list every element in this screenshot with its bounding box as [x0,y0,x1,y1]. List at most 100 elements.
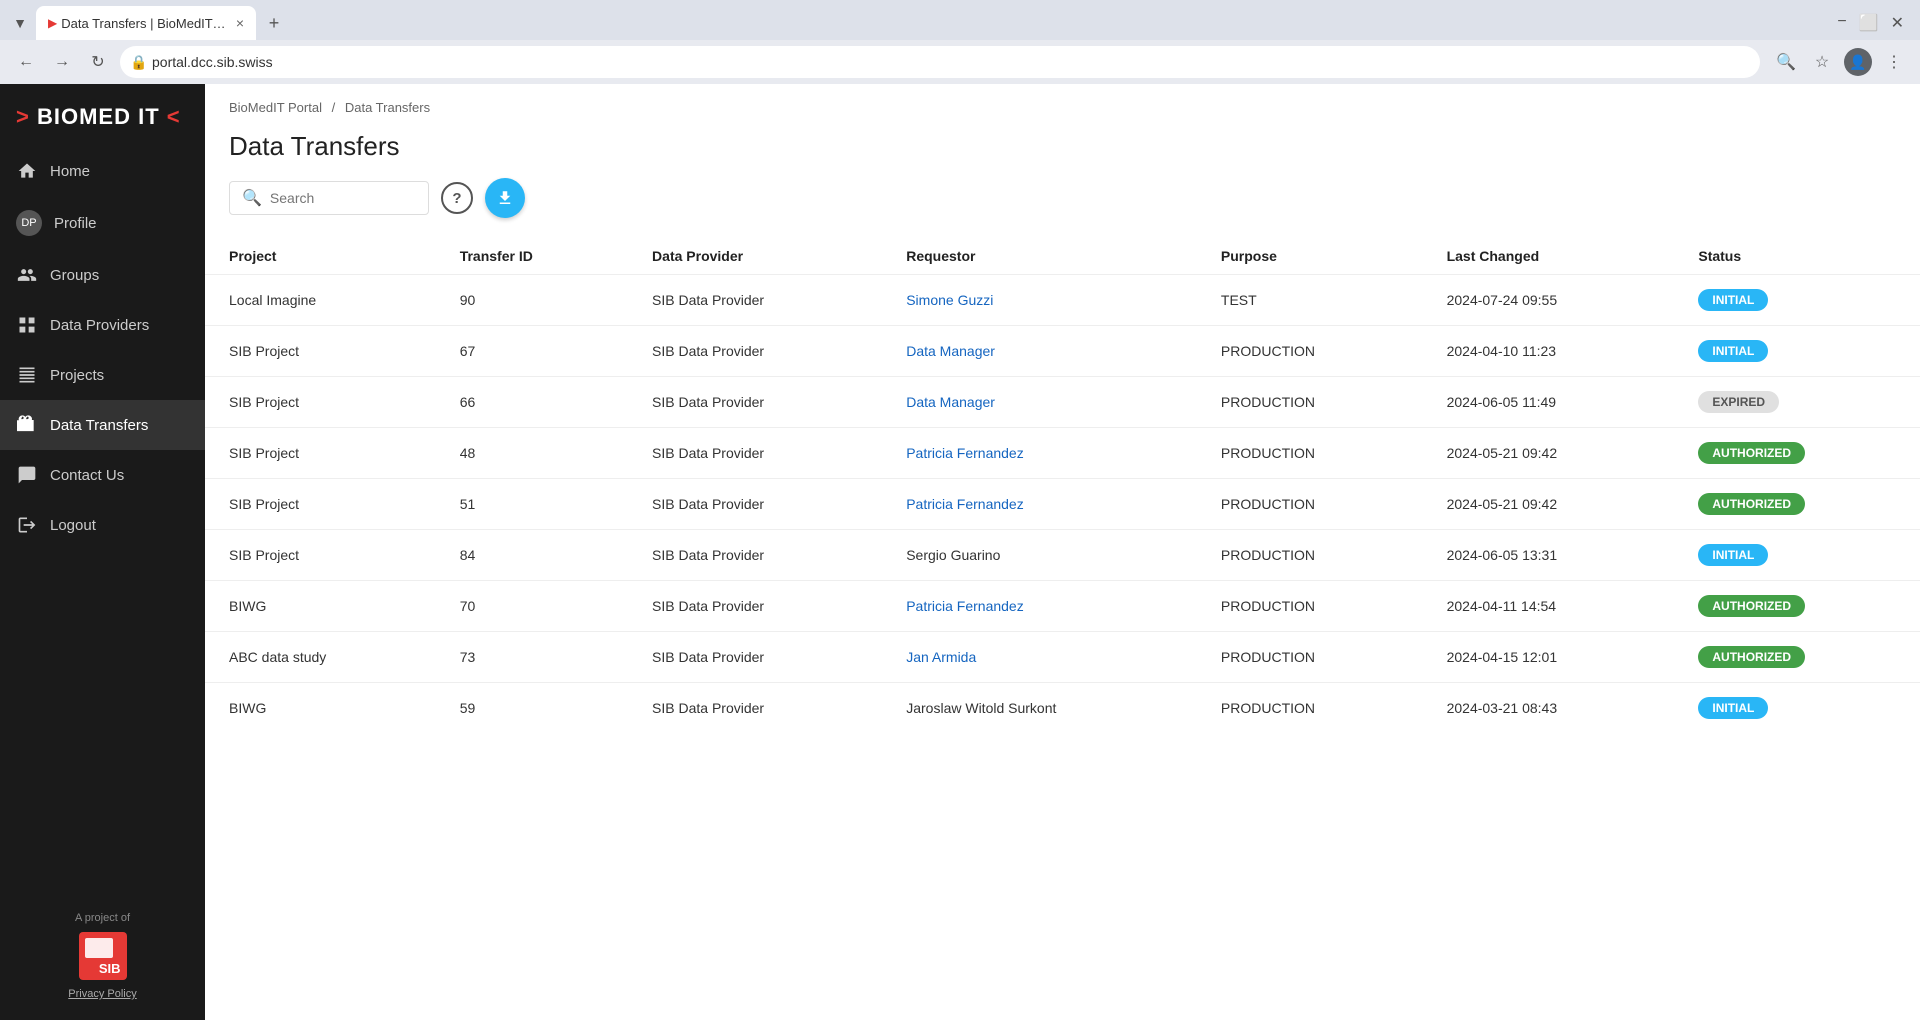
cell-status: AUTHORIZED [1674,428,1920,479]
cell-project: ABC data study [205,632,436,683]
cell-project: SIB Project [205,428,436,479]
sidebar-item-data-transfers[interactable]: Data Transfers [0,400,205,450]
requestor-link[interactable]: Data Manager [906,343,995,359]
sidebar-item-data-providers[interactable]: Data Providers [0,300,205,350]
cell-status: INITIAL [1674,326,1920,377]
search-toolbar: 🔍 ? [205,178,1920,238]
sidebar: > BIOMED IT < Home DP Profile Groups Dat… [0,84,205,1020]
groups-icon [16,264,38,286]
tab-title: Data Transfers | BioMedIT Porta [61,16,228,31]
cell-status: INITIAL [1674,683,1920,734]
tab-close-btn[interactable]: × [236,15,244,31]
sidebar-item-data-providers-label: Data Providers [50,317,149,334]
cell-data-provider: SIB Data Provider [628,377,882,428]
search-box[interactable]: 🔍 [229,181,429,215]
cell-transfer-id: 90 [436,275,628,326]
cell-last-changed: 2024-04-11 14:54 [1423,581,1675,632]
new-tab-button[interactable]: + [260,9,288,37]
sidebar-item-profile[interactable]: DP Profile [0,196,205,250]
requestor-link[interactable]: Jan Armida [906,649,976,665]
cell-transfer-id: 67 [436,326,628,377]
sidebar-item-groups[interactable]: Groups [0,250,205,300]
address-security-icon: 🔒 [130,54,147,71]
cell-transfer-id: 66 [436,377,628,428]
table-row: SIB Project 66 SIB Data Provider Data Ma… [205,377,1920,428]
cell-data-provider: SIB Data Provider [628,428,882,479]
cell-requestor: Jaroslaw Witold Surkont [882,683,1197,734]
cell-transfer-id: 51 [436,479,628,530]
cell-requestor: Patricia Fernandez [882,479,1197,530]
cell-data-provider: SIB Data Provider [628,683,882,734]
cell-status: AUTHORIZED [1674,479,1920,530]
bookmark-icon[interactable]: ☆ [1808,48,1836,76]
back-button[interactable]: ← [12,48,40,76]
cell-project: BIWG [205,581,436,632]
sib-logo-text: SIB [99,961,121,976]
breadcrumb-current: Data Transfers [345,100,430,115]
maximize-button[interactable]: ⬜ [1859,13,1879,33]
requestor-link[interactable]: Simone Guzzi [906,292,993,308]
search-input[interactable] [270,190,410,206]
help-button[interactable]: ? [441,182,473,214]
cell-purpose: PRODUCTION [1197,683,1423,734]
cell-data-provider: SIB Data Provider [628,275,882,326]
requestor-link[interactable]: Patricia Fernandez [906,598,1024,614]
table-row: SIB Project 51 SIB Data Provider Patrici… [205,479,1920,530]
cell-last-changed: 2024-05-21 09:42 [1423,479,1675,530]
cell-data-provider: SIB Data Provider [628,479,882,530]
requestor-link[interactable]: Data Manager [906,394,995,410]
cell-project: SIB Project [205,530,436,581]
sidebar-item-contact-us-label: Contact Us [50,467,124,484]
cell-last-changed: 2024-06-05 11:49 [1423,377,1675,428]
cell-status: INITIAL [1674,530,1920,581]
table-row: BIWG 70 SIB Data Provider Patricia Ferna… [205,581,1920,632]
cell-status: AUTHORIZED [1674,581,1920,632]
sidebar-item-logout[interactable]: Logout [0,500,205,550]
home-icon [16,160,38,182]
cell-purpose: TEST [1197,275,1423,326]
forward-button[interactable]: → [48,48,76,76]
active-tab[interactable]: ▶ Data Transfers | BioMedIT Porta × [36,6,256,40]
profile-avatar-icon[interactable]: 👤 [1844,48,1872,76]
menu-icon[interactable]: ⋮ [1880,48,1908,76]
main-content: BioMedIT Portal / Data Transfers Data Tr… [205,84,1920,1020]
col-header-purpose: Purpose [1197,238,1423,275]
logout-icon [16,514,38,536]
sidebar-item-home-label: Home [50,163,90,180]
cell-purpose: PRODUCTION [1197,479,1423,530]
breadcrumb-home-link[interactable]: BioMedIT Portal [229,100,322,115]
sidebar-item-logout-label: Logout [50,517,96,534]
tab-history-back[interactable]: ▼ [8,11,32,35]
sidebar-item-contact-us[interactable]: Contact Us [0,450,205,500]
cell-requestor: Sergio Guarino [882,530,1197,581]
download-button[interactable] [485,178,525,218]
search-icon[interactable]: 🔍 [1772,48,1800,76]
address-input[interactable] [120,46,1760,78]
breadcrumb-separator: / [332,100,336,115]
reload-button[interactable]: ↻ [84,48,112,76]
tab-favicon: ▶ [48,16,57,30]
close-button[interactable]: ✕ [1891,13,1904,33]
minimize-button[interactable]: − [1837,13,1846,33]
status-badge: AUTHORIZED [1698,493,1805,515]
cell-last-changed: 2024-03-21 08:43 [1423,683,1675,734]
requestor-text: Jaroslaw Witold Surkont [906,700,1056,716]
cell-purpose: PRODUCTION [1197,632,1423,683]
page-title: Data Transfers [205,123,1920,178]
privacy-policy-link[interactable]: Privacy Policy [16,988,189,1000]
requestor-link[interactable]: Patricia Fernandez [906,445,1024,461]
cell-purpose: PRODUCTION [1197,326,1423,377]
table-body: Local Imagine 90 SIB Data Provider Simon… [205,275,1920,734]
logo: > BIOMED IT < [0,84,205,146]
cell-project: SIB Project [205,326,436,377]
sidebar-item-projects[interactable]: Projects [0,350,205,400]
sidebar-item-home[interactable]: Home [0,146,205,196]
cell-status: AUTHORIZED [1674,632,1920,683]
requestor-link[interactable]: Patricia Fernandez [906,496,1024,512]
cell-last-changed: 2024-07-24 09:55 [1423,275,1675,326]
status-badge: AUTHORIZED [1698,595,1805,617]
cell-status: INITIAL [1674,275,1920,326]
contact-us-icon [16,464,38,486]
cell-purpose: PRODUCTION [1197,428,1423,479]
search-input-icon: 🔍 [242,188,262,208]
